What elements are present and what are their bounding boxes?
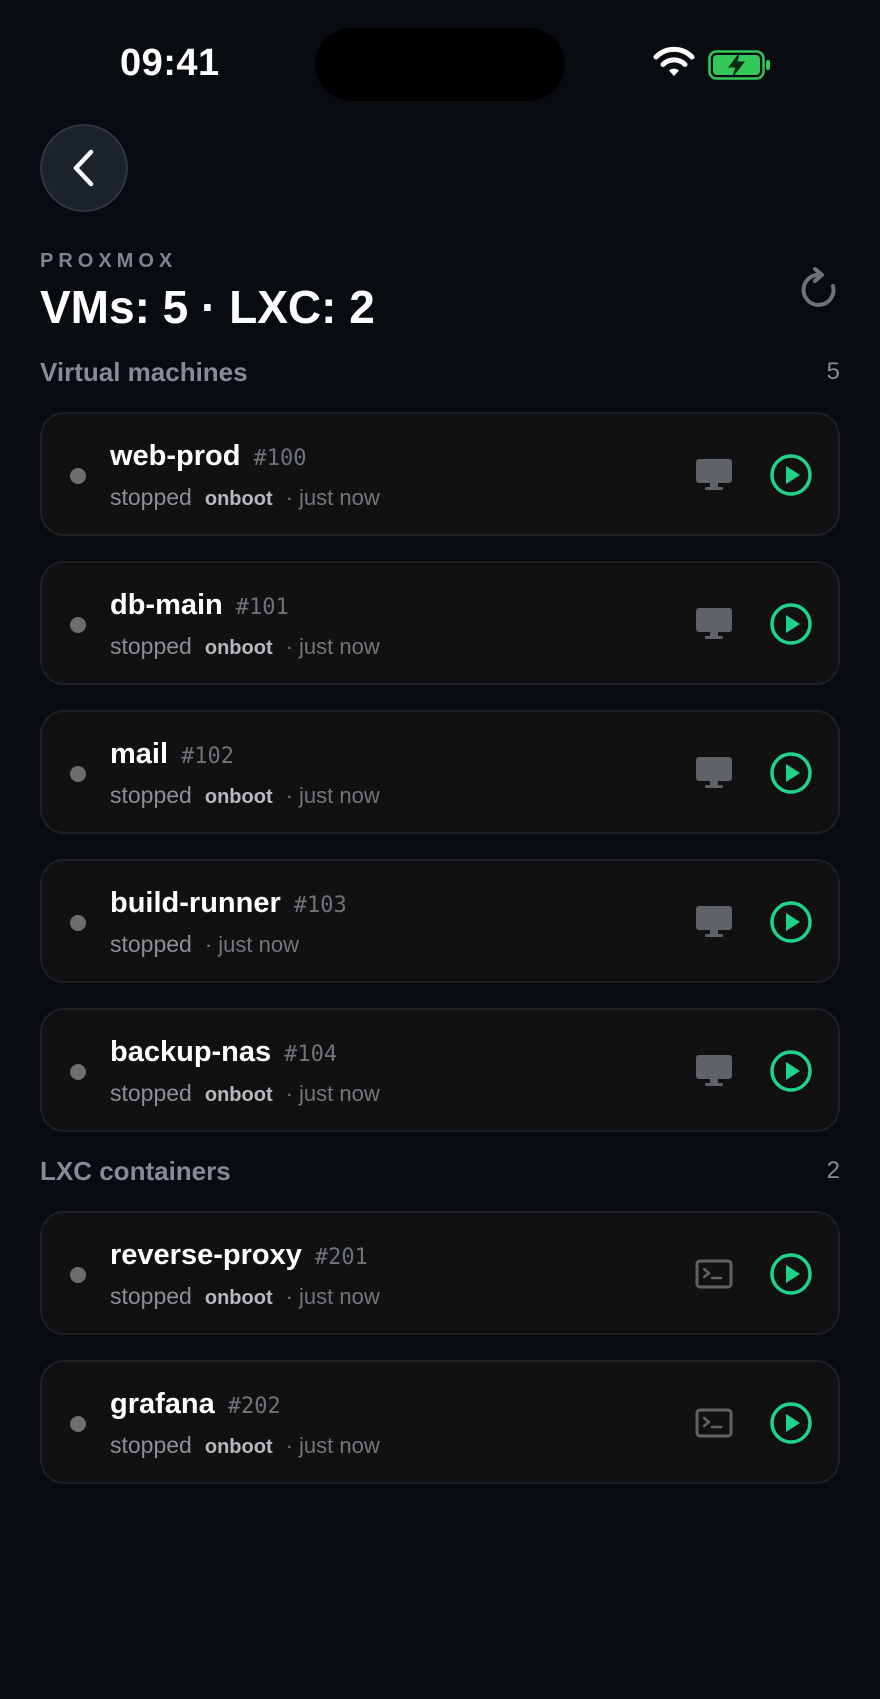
section-count: 2 [826, 1157, 840, 1184]
lxc-id: #201 [314, 1245, 368, 1270]
monitor-icon[interactable] [694, 754, 734, 792]
monitor-icon[interactable] [694, 605, 734, 643]
lxc-card[interactable]: reverse-proxy #201 stopped onboot · just… [40, 1211, 840, 1335]
vm-id: #104 [284, 1042, 338, 1067]
status-bar: 09:41 [0, 0, 880, 130]
vm-card[interactable]: build-runner #103 stopped · just now [40, 859, 840, 983]
updated-time: · just now [285, 1081, 380, 1106]
status-dot [70, 617, 86, 633]
wifi-icon [653, 46, 695, 76]
page-eyebrow: PROXMOX [40, 250, 178, 272]
lxc-name: grafana [110, 1388, 215, 1420]
start-button[interactable] [769, 751, 813, 795]
onboot-badge: onboot [204, 637, 273, 659]
refresh-icon[interactable] [796, 266, 844, 314]
vm-name: build-runner [110, 887, 281, 919]
battery-charging-icon [708, 50, 770, 80]
updated-time: · just now [285, 783, 380, 808]
lxc-card[interactable]: grafana #202 stopped onboot · just now [40, 1360, 840, 1484]
vm-name: backup-nas [110, 1036, 272, 1068]
section-title: LXC containers [40, 1155, 231, 1186]
updated-time: · just now [204, 932, 300, 957]
dynamic-island [315, 28, 565, 101]
vm-state: stopped [110, 633, 192, 659]
status-dot [70, 468, 86, 484]
onboot-badge: onboot [204, 1084, 273, 1106]
start-button[interactable] [769, 1401, 813, 1445]
vm-id: #100 [253, 446, 307, 471]
section-header-lxc: LXC containers 2 [40, 1153, 840, 1189]
status-dot [70, 1267, 86, 1283]
monitor-icon[interactable] [694, 903, 734, 941]
chevron-left-icon [73, 149, 94, 187]
monitor-icon[interactable] [694, 1052, 734, 1090]
section-count: 5 [826, 358, 840, 385]
status-dot [70, 1416, 86, 1432]
back-button[interactable] [40, 124, 128, 212]
updated-time: · just now [285, 485, 380, 510]
vm-state: stopped [110, 931, 192, 957]
vm-card[interactable]: web-prod #100 stopped onboot · just now [40, 412, 840, 536]
vm-card[interactable]: db-main #101 stopped onboot · just now [40, 561, 840, 685]
status-dot [70, 915, 86, 931]
updated-time: · just now [285, 1284, 380, 1309]
section-title: Virtual machines [40, 356, 248, 387]
vm-state: stopped [110, 1080, 192, 1106]
start-button[interactable] [769, 1252, 813, 1296]
onboot-badge: onboot [204, 786, 273, 808]
terminal-icon[interactable] [694, 1404, 734, 1442]
lxc-name: reverse-proxy [110, 1239, 302, 1271]
page-title: VMs: 5 · LXC: 2 [40, 281, 375, 333]
status-time: 09:41 [120, 42, 220, 84]
vm-id: #103 [293, 893, 347, 918]
onboot-badge: onboot [204, 1436, 273, 1458]
start-button[interactable] [769, 453, 813, 497]
onboot-badge: onboot [204, 488, 273, 510]
lxc-state: stopped [110, 1283, 192, 1309]
updated-time: · just now [285, 634, 380, 659]
status-dot [70, 766, 86, 782]
vm-state: stopped [110, 782, 192, 808]
start-button[interactable] [769, 1049, 813, 1093]
vm-name: mail [110, 738, 169, 770]
terminal-icon[interactable] [694, 1255, 734, 1293]
onboot-badge: onboot [204, 1287, 273, 1309]
status-dot [70, 1064, 86, 1080]
vm-state: stopped [110, 484, 192, 510]
vm-name: web-prod [110, 440, 241, 472]
vm-card[interactable]: backup-nas #104 stopped onboot · just no… [40, 1008, 840, 1132]
vm-card[interactable]: mail #102 stopped onboot · just now [40, 710, 840, 834]
vm-name: db-main [110, 589, 223, 621]
vm-id: #101 [235, 595, 289, 620]
lxc-state: stopped [110, 1432, 192, 1458]
lxc-id: #202 [227, 1394, 281, 1419]
updated-time: · just now [285, 1433, 380, 1458]
start-button[interactable] [769, 900, 813, 944]
monitor-icon[interactable] [694, 456, 734, 494]
start-button[interactable] [769, 602, 813, 646]
vm-id: #102 [181, 744, 235, 769]
section-header-vms: Virtual machines 5 [40, 354, 840, 390]
